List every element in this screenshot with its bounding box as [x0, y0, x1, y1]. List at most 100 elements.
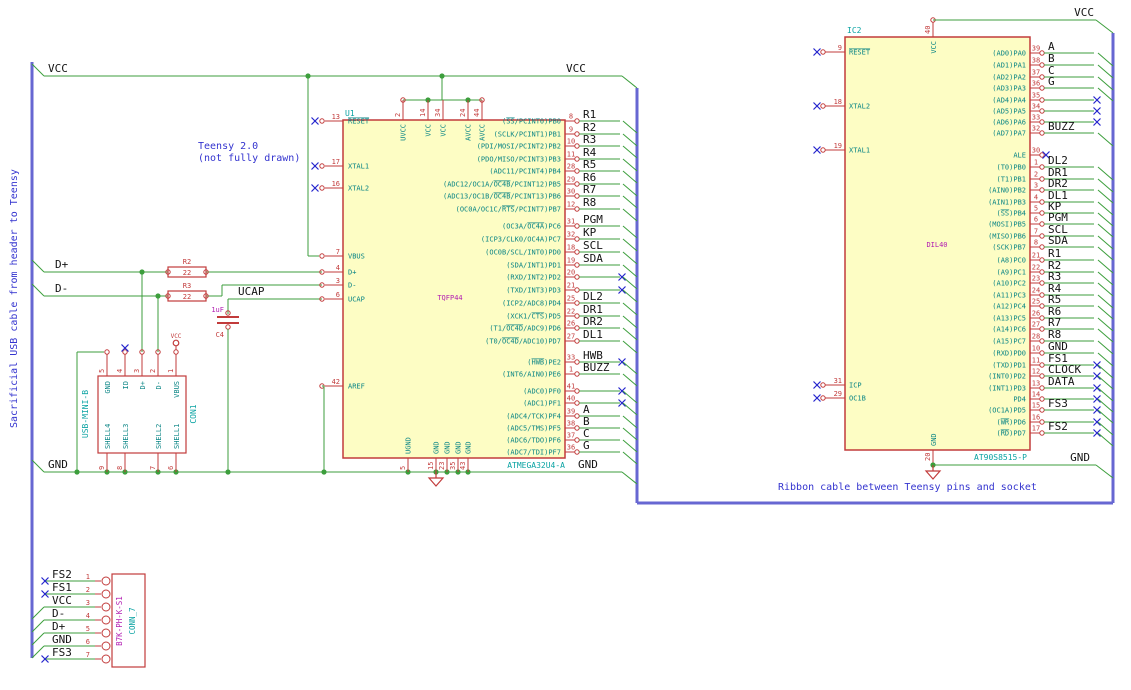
pin-end [319, 163, 325, 169]
pin-end [1039, 338, 1045, 344]
net-label: D+ [52, 620, 66, 633]
pin-end [319, 253, 325, 259]
pin-end [1039, 373, 1045, 379]
pin-name: SHELL2 [155, 424, 163, 449]
pin-end [319, 118, 325, 124]
pin-name: (SDA/INT1)PD1 [506, 262, 561, 270]
pin-number: 29 [567, 176, 575, 184]
pin-name: (ADC6/TDO)PF6 [506, 437, 561, 445]
pin-name: (INT6/AIN0)PE6 [502, 371, 561, 379]
pin-number: 12 [567, 201, 575, 209]
pin-name: VCC [425, 124, 433, 137]
pin-number: 44 [473, 109, 481, 117]
pin-number: 3 [86, 599, 90, 607]
pin-name: ICP [849, 382, 862, 390]
pin-end [574, 131, 580, 137]
wire [622, 183, 638, 197]
pin-number: 14 [419, 109, 427, 117]
pin-name: XTAL1 [348, 163, 369, 171]
pin-end [225, 324, 231, 330]
value-c4: 1uF [211, 306, 224, 314]
pin-number: 36 [567, 444, 575, 452]
pin-number: 1 [86, 573, 90, 581]
pin-number: 8 [116, 466, 124, 470]
pin-number: 37 [1032, 69, 1040, 77]
pin-number: 23 [438, 462, 446, 470]
pin-number: 30 [567, 188, 575, 196]
pin-end [1039, 176, 1045, 182]
pin-name: AVCC [465, 124, 473, 141]
pin-name: (T1)PB1 [996, 176, 1026, 184]
pin-number: 2 [394, 113, 402, 117]
wire [622, 439, 638, 453]
net-label: R8 [583, 196, 596, 209]
pin-name: (AD6)PA6 [992, 119, 1026, 127]
pin-number: 11 [1032, 357, 1040, 365]
pin-number: 13 [332, 113, 340, 121]
pin-name: (T1/OC4D/ADC9)PD6 [489, 325, 561, 333]
wire [1097, 201, 1114, 216]
value-conn7: B7K-PH-K-S1 [115, 596, 124, 646]
pin-name: (OC1A)PD5 [988, 407, 1026, 415]
pin-number: 40 [567, 395, 575, 403]
pin-number: 24 [459, 109, 467, 117]
pin-name: (ADC7/TDI)PF7 [506, 449, 561, 457]
pin-end [1039, 74, 1045, 80]
pin-end [574, 338, 580, 344]
pin-end [122, 349, 128, 355]
pin-number: 41 [567, 383, 575, 391]
pin-end [1039, 430, 1045, 436]
net-label: D+ [55, 258, 69, 271]
pin-name: (ADC13/OC1B/OC4B/PCINT13)PB6 [443, 193, 561, 201]
pin-number: 34 [1032, 103, 1040, 111]
pin-end [1039, 119, 1045, 125]
net-label: VCC [566, 62, 586, 75]
net-label: BUZZ [1048, 120, 1075, 133]
wire [1097, 398, 1114, 413]
wire [621, 75, 638, 89]
pin-name: GND [465, 441, 473, 454]
net-label: GND [52, 633, 72, 646]
pin-name: (A10)PC2 [992, 280, 1026, 288]
pin-end [1039, 233, 1045, 239]
pin-number: 27 [567, 333, 575, 341]
pin-number: 36 [1032, 80, 1040, 88]
wire [622, 195, 638, 209]
pin-name: (OC3A/OC4A)PC6 [502, 223, 561, 231]
pin-number: 8 [1034, 239, 1038, 247]
pin-name: RESET [849, 49, 871, 57]
pin-number: 20 [567, 269, 575, 277]
net-label: KP [583, 226, 597, 239]
pad-circle [101, 615, 111, 625]
pin-name: (ADC12/OC1A/OC4B/PCINT12)PB5 [443, 181, 561, 189]
pin-end [1039, 326, 1045, 332]
pin-number: 7 [1034, 228, 1038, 236]
pin-name: (AD2)PA2 [992, 74, 1026, 82]
teensy-note-line1: Teensy 2.0 [198, 141, 259, 152]
gnd-symbol [427, 477, 445, 487]
ref-ic2: IC2 [847, 26, 862, 35]
pin-number: 22 [1032, 264, 1040, 272]
pin-number: 11 [567, 151, 575, 159]
wire [31, 63, 45, 77]
con1-vcc-symbol: VCC [171, 333, 182, 350]
pin-end [574, 359, 580, 365]
pin-end [1039, 210, 1045, 216]
part-ic2: AT90S8515-P [974, 453, 1027, 462]
pin-name: GND [455, 441, 463, 454]
pin-end [1039, 280, 1045, 286]
pin-number: 23 [1032, 275, 1040, 283]
pin-number: 38 [1032, 57, 1040, 65]
pin-name: (OC0B/SCL/INT0)PD0 [485, 249, 561, 257]
net-label: GND [48, 458, 68, 471]
wire [622, 251, 638, 265]
pin-name: PD4 [1013, 396, 1026, 404]
pin-number: 19 [834, 142, 842, 150]
pin-number: 3 [336, 277, 340, 285]
pin-number: 35 [449, 462, 457, 470]
pin-end [574, 249, 580, 255]
junction-dot [305, 73, 311, 79]
pin-number: 2 [1034, 171, 1038, 179]
pin-name: (AD4)PA4 [992, 97, 1026, 105]
pin-name: (A8)PC0 [996, 257, 1026, 265]
